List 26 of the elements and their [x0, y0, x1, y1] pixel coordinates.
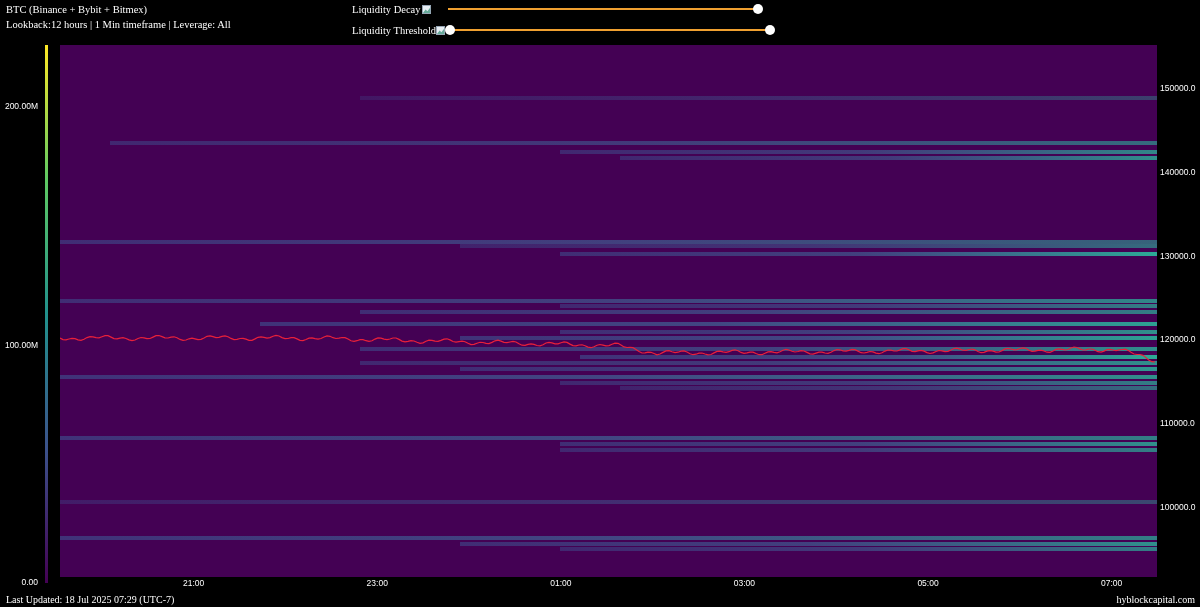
slider-thumb[interactable]	[445, 25, 455, 35]
chart-subtitle: Lookback:12 hours | 1 Min timeframe | Leverage: All	[6, 18, 232, 32]
last-updated-text: Last Updated: 18 Jul 2025 07:29 (UTC-7)	[6, 594, 175, 605]
colorbar-label: 0.00	[21, 577, 38, 587]
chart-title: BTC (Binance + Bybit + Bitmex)	[6, 3, 149, 17]
colorbar-label: 200.00M	[4, 100, 38, 111]
slider-label: Liquidity Decay	[352, 3, 422, 15]
price-axis-label: 130000.0	[1160, 250, 1196, 261]
time-axis-label: 23:00	[366, 578, 388, 588]
site-link[interactable]: hyblockcapital.com	[1116, 594, 1195, 605]
price-axis-label: 120000.0	[1160, 334, 1196, 345]
price-axis-label: 110000.0	[1160, 418, 1195, 429]
time-axis-label: 03:00	[733, 578, 756, 588]
price-axis-label: 140000.0	[1160, 166, 1196, 177]
broken-image-icon	[422, 4, 431, 14]
broken-image-icon	[436, 25, 445, 35]
colorbar-label: 100.00M	[4, 340, 38, 351]
time-axis-label: 21:00	[183, 578, 205, 588]
slider-thumb[interactable]	[753, 4, 763, 14]
time-axis-label: 07:00	[1101, 578, 1123, 588]
price-axis-label: 100000.0	[1160, 502, 1196, 512]
time-axis-label: 05:00	[917, 578, 939, 588]
slider-thumb[interactable]	[765, 25, 775, 35]
slider-label: Liquidity Threshold	[352, 24, 436, 36]
time-axis-label: 01:00	[550, 578, 572, 588]
price-axis-label: 150000.0	[1160, 83, 1196, 93]
